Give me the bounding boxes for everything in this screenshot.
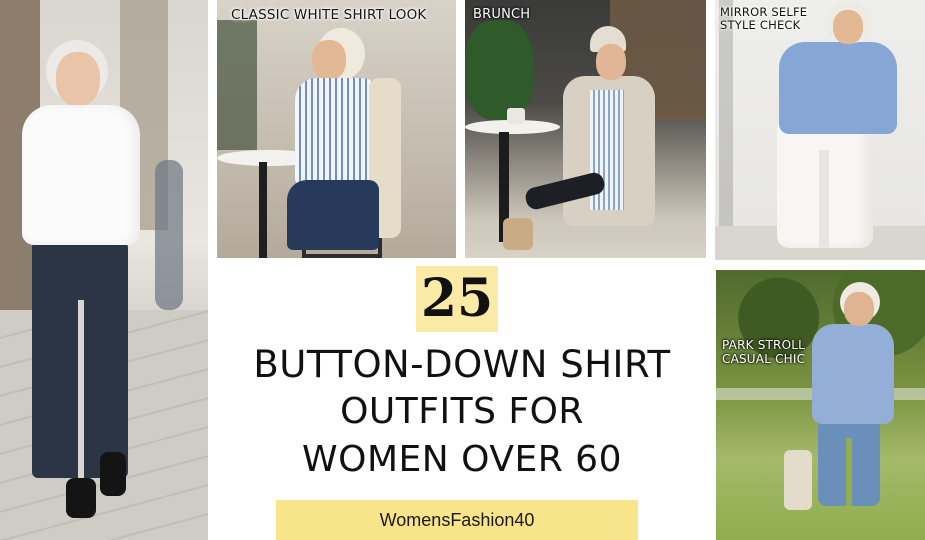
leg-gap — [78, 300, 84, 480]
site-name-badge: WomensFashion40 — [276, 500, 638, 540]
caption-classic-white-shirt: CLASSIC WHITE SHIRT LOOK — [231, 7, 427, 23]
photo-brunch — [465, 0, 706, 258]
jeans — [287, 180, 379, 250]
table-leg — [259, 162, 267, 258]
caption-line: PARK STROLL — [722, 338, 806, 352]
mirror-frame — [719, 0, 733, 260]
face — [833, 10, 863, 44]
title-number: 25 — [416, 266, 498, 332]
face — [844, 292, 874, 326]
leg-gap — [819, 150, 829, 248]
caption-park-stroll: PARK STROLL CASUAL CHIC — [722, 338, 806, 367]
background-plant — [217, 20, 257, 150]
photo-classic-white-shirt — [217, 0, 456, 258]
caption-line: STYLE CHECK — [720, 18, 801, 33]
leg-gap — [846, 438, 852, 506]
photo-white-shirt-walking — [0, 0, 208, 540]
loafer — [66, 478, 96, 518]
caption-line: CASUAL CHIC — [722, 351, 806, 366]
title-line-3: WOMEN OVER 60 — [302, 439, 622, 480]
tote-bag — [784, 450, 812, 510]
face — [596, 44, 626, 80]
photo-park-stroll — [716, 270, 925, 540]
plant-pot — [507, 108, 525, 124]
title-line-1: BUTTON-DOWN SHIRT — [253, 343, 671, 386]
ankle-boot — [503, 218, 533, 250]
white-shirt — [22, 105, 140, 245]
face — [56, 52, 100, 106]
caption-brunch: BRUNCH — [473, 7, 531, 22]
caption-mirror-selfie: MIRROR SELFE STYLE CHECK — [720, 5, 807, 33]
title-line-2: OUTFITS FOR — [340, 391, 584, 432]
face — [312, 40, 346, 80]
loafer — [100, 452, 126, 496]
photo-mirror-selfie — [715, 0, 925, 260]
blue-shirt — [779, 42, 897, 134]
linen-shirt — [812, 324, 894, 424]
background-bush — [465, 20, 533, 120]
background-pedestrian — [155, 160, 183, 310]
